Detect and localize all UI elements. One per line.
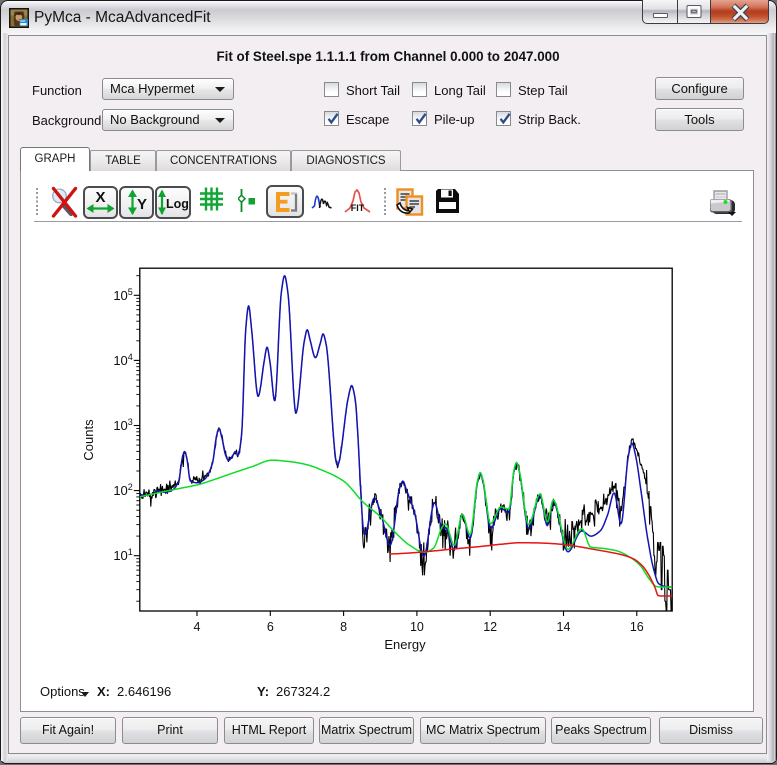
svg-text:12: 12 (483, 620, 497, 634)
svg-text:103: 103 (113, 417, 132, 433)
svg-text:8: 8 (340, 620, 347, 634)
svg-text:4: 4 (194, 620, 201, 634)
svg-text:102: 102 (113, 482, 132, 498)
svg-text:101: 101 (113, 547, 132, 563)
svg-text:Energy: Energy (384, 637, 426, 652)
svg-text:6: 6 (267, 620, 274, 634)
svg-text:10: 10 (410, 620, 424, 634)
svg-text:Counts: Counts (81, 419, 96, 461)
svg-text:105: 105 (113, 287, 132, 303)
svg-text:14: 14 (557, 620, 571, 634)
svg-text:16: 16 (630, 620, 644, 634)
svg-text:104: 104 (113, 352, 132, 368)
